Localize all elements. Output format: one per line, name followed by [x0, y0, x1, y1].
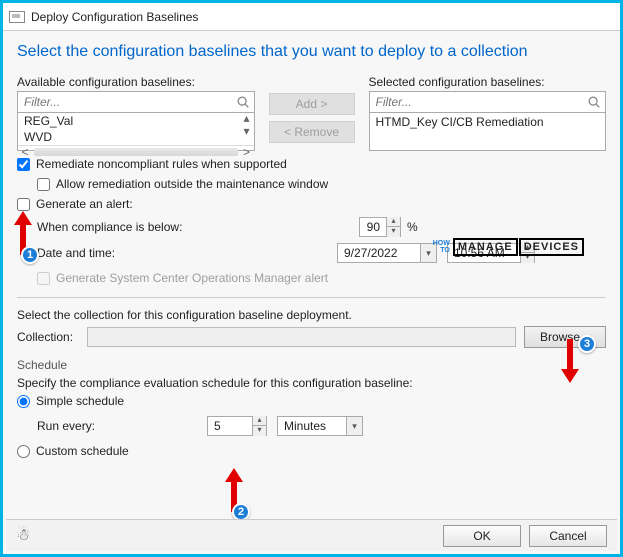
custom-schedule-label: Custom schedule	[36, 444, 129, 458]
vertical-scrollbar[interactable]: ▴ ▾	[240, 113, 254, 136]
run-every-spinner[interactable]: 5 ▴ ▾	[207, 416, 267, 436]
scroll-track[interactable]	[34, 148, 238, 156]
user-icon: ☃	[16, 525, 30, 545]
allow-outside-checkbox[interactable]	[37, 178, 50, 191]
available-label: Available configuration baselines:	[17, 75, 255, 89]
footer: ☃ OK Cancel	[6, 519, 617, 551]
unit-value: Minutes	[284, 419, 332, 433]
compliance-spinner[interactable]: 90 ▴ ▾	[359, 217, 401, 237]
compliance-label: When compliance is below:	[37, 220, 197, 234]
ok-button[interactable]: OK	[443, 525, 521, 547]
app-icon	[9, 11, 25, 23]
date-value: 9/27/2022	[344, 246, 403, 260]
run-every-label: Run every:	[37, 419, 107, 433]
unit-dropdown[interactable]: Minutes ▾	[277, 416, 363, 436]
cancel-button[interactable]: Cancel	[529, 525, 607, 547]
scroll-down-icon[interactable]: ▾	[243, 126, 249, 136]
simple-schedule-label: Simple schedule	[36, 394, 124, 408]
allow-outside-label: Allow remediation outside the maintenanc…	[56, 177, 328, 191]
collection-input	[87, 327, 516, 347]
remediate-label: Remediate noncompliant rules when suppor…	[36, 157, 287, 171]
available-filter-input[interactable]	[24, 95, 236, 109]
chevron-down-icon[interactable]: ▾	[346, 417, 362, 435]
generate-alert-label: Generate an alert:	[36, 197, 133, 211]
simple-schedule-radio[interactable]	[17, 395, 30, 408]
custom-schedule-radio[interactable]	[17, 445, 30, 458]
horizontal-scrollbar[interactable]: < >	[18, 145, 254, 158]
search-icon[interactable]	[587, 95, 601, 109]
run-every-value: 5	[208, 419, 252, 433]
add-button[interactable]: Add >	[269, 93, 355, 115]
spin-down-icon[interactable]: ▾	[252, 426, 266, 436]
selected-filter[interactable]	[369, 91, 607, 113]
divider	[17, 297, 606, 298]
logo: HOWTO MANAGE DEVICES	[433, 238, 584, 256]
selected-label: Selected configuration baselines:	[369, 75, 607, 89]
percent-label: %	[407, 220, 418, 234]
titlebar: Deploy Configuration Baselines	[3, 3, 620, 31]
spin-down-icon[interactable]: ▾	[386, 227, 400, 237]
compliance-value: 90	[360, 220, 386, 234]
list-item[interactable]: WVD	[18, 129, 254, 145]
list-item[interactable]: HTMD_Key CI/CB Remediation	[370, 113, 606, 131]
available-filter[interactable]	[17, 91, 255, 113]
scom-checkbox	[37, 272, 50, 285]
list-item[interactable]: REG_Val	[18, 113, 254, 129]
annotation-badge-1: 1	[21, 246, 39, 264]
window-title: Deploy Configuration Baselines	[31, 10, 198, 24]
search-icon[interactable]	[236, 95, 250, 109]
available-listbox[interactable]: REG_Val WVD < > ▴ ▾	[17, 113, 255, 151]
selected-listbox[interactable]: HTMD_Key CI/CB Remediation	[369, 113, 607, 151]
generate-alert-checkbox[interactable]	[17, 198, 30, 211]
annotation-badge-3: 3	[578, 335, 596, 353]
page-heading: Select the configuration baselines that …	[3, 31, 620, 69]
scroll-up-icon[interactable]: ▴	[243, 113, 249, 123]
remediate-checkbox[interactable]	[17, 158, 30, 171]
date-picker[interactable]: 9/27/2022 ▾	[337, 243, 437, 263]
collection-title: Select the collection for this configura…	[17, 308, 606, 322]
scom-label: Generate System Center Operations Manage…	[56, 271, 328, 285]
schedule-group-label: Schedule	[17, 358, 606, 372]
selected-filter-input[interactable]	[376, 95, 588, 109]
schedule-title: Specify the compliance evaluation schedu…	[17, 376, 606, 390]
remove-button[interactable]: < Remove	[269, 121, 355, 143]
scroll-left-icon[interactable]: <	[18, 146, 32, 158]
scroll-right-icon[interactable]: >	[240, 146, 254, 158]
datetime-label: Date and time:	[37, 246, 197, 260]
collection-label: Collection:	[17, 330, 79, 344]
